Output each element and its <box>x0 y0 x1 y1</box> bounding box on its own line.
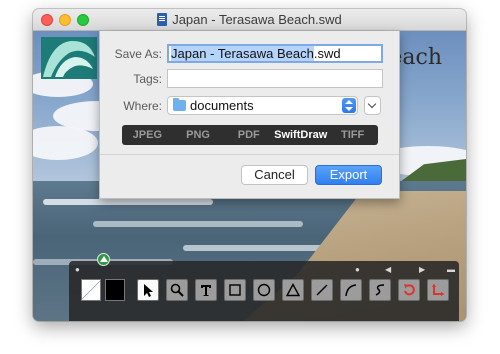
text-tool[interactable] <box>195 279 217 301</box>
window-title-text: Japan - Terasawa Beach.swd <box>172 12 342 27</box>
expand-browser-button[interactable] <box>364 96 381 115</box>
filename-extension: .swd <box>313 46 341 61</box>
format-pdf[interactable]: PDF <box>223 125 274 145</box>
bezier-curve-icon <box>375 284 385 296</box>
where-popup[interactable]: documents <box>167 96 358 115</box>
format-png[interactable]: PNG <box>173 125 224 145</box>
where-value: documents <box>190 98 254 113</box>
arc-tool[interactable] <box>340 279 362 301</box>
page-dot-icon: ● <box>355 265 360 274</box>
format-swiftdraw[interactable]: SwiftDraw <box>274 125 327 145</box>
select-arrow-tool[interactable] <box>137 279 159 301</box>
zoom-tool[interactable] <box>166 279 188 301</box>
wave-foam <box>93 221 303 227</box>
text-icon <box>201 285 211 296</box>
wave-logo-icon <box>41 37 97 79</box>
cancel-button[interactable]: Cancel <box>241 165 308 185</box>
rotate-tool[interactable] <box>398 279 420 301</box>
arrow-icon <box>144 284 153 297</box>
line-icon <box>316 284 328 296</box>
collapse-toolbar-icon[interactable] <box>97 253 110 266</box>
circle-icon <box>257 283 271 297</box>
ellipse-tool[interactable] <box>253 279 275 301</box>
app-window: Japan - Terasawa Beach.swd each Save As:… <box>33 9 466 321</box>
where-label: Where: <box>123 99 162 113</box>
window-title: Japan - Terasawa Beach.swd <box>33 12 466 27</box>
magnifier-icon <box>170 283 184 297</box>
triangle-tool[interactable] <box>282 279 304 301</box>
wave-foam <box>43 199 213 205</box>
popup-stepper-icon <box>342 98 356 113</box>
rectangle-icon <box>229 284 241 296</box>
export-button[interactable]: Export <box>315 165 382 185</box>
drawing-toolbar: ● ● ◀ ▶ ▬ <box>69 253 459 321</box>
filename-field[interactable]: Japan - Terasawa Beach.swd <box>167 44 383 63</box>
rotate-icon <box>404 284 415 296</box>
bezier-tool[interactable] <box>369 279 391 301</box>
fill-color-swatch[interactable] <box>105 279 125 301</box>
flip-icon <box>432 283 445 296</box>
arc-icon <box>345 284 357 297</box>
tags-label: Tags: <box>133 72 162 86</box>
format-tiff[interactable]: TIFF <box>327 125 378 145</box>
folder-icon <box>173 98 186 111</box>
line-tool[interactable] <box>311 279 333 301</box>
format-selector: JPEG PNG PDF SwiftDraw TIFF <box>122 125 378 145</box>
format-jpeg[interactable]: JPEG <box>122 125 173 145</box>
sheet-divider <box>100 154 399 155</box>
toolbar-grip-icon[interactable]: ▬ <box>447 265 455 274</box>
title-bar: Japan - Terasawa Beach.swd <box>33 9 466 31</box>
next-arrow-icon[interactable]: ▶ <box>419 265 425 274</box>
flip-tool[interactable] <box>427 279 449 301</box>
prev-arrow-icon[interactable]: ◀ <box>385 265 391 274</box>
save-as-label: Save As: <box>114 47 162 61</box>
stroke-color-swatch[interactable] <box>81 279 101 301</box>
toolbar-menu-icon[interactable]: ● <box>75 265 80 274</box>
filename-selected-text: Japan - Terasawa Beach <box>171 46 314 61</box>
document-icon <box>157 13 168 26</box>
save-dialog: Save As: Japan - Terasawa Beach.swd Tags… <box>99 31 400 199</box>
tags-field[interactable] <box>167 69 383 88</box>
rectangle-tool[interactable] <box>224 279 246 301</box>
triangle-icon <box>285 283 301 297</box>
